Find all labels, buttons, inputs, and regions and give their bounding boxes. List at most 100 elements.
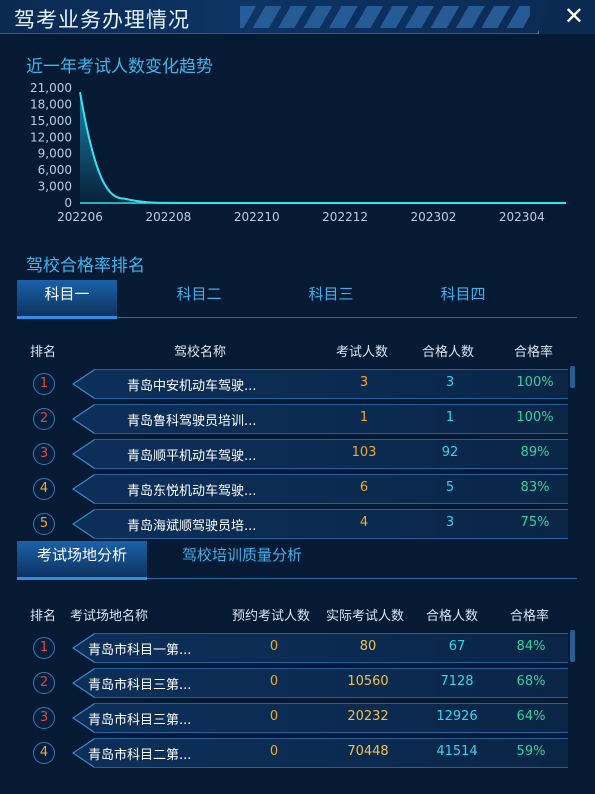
venue-pass-rate: 64% xyxy=(516,709,546,724)
rank-number: 3 xyxy=(39,446,49,461)
tab-subject-2[interactable]: 科目二 xyxy=(149,280,249,318)
pass-count: 92 xyxy=(441,445,459,460)
actual-count: 20232 xyxy=(347,709,389,724)
close-icon[interactable]: ✕ xyxy=(564,2,584,30)
row-arrow-icon xyxy=(72,369,95,399)
col-rank: 排名 xyxy=(30,345,57,360)
col-actual-count: 实际考试人数 xyxy=(326,609,405,624)
table-row[interactable]: 2 青岛市科目三第... 0 10560 7128 68% xyxy=(0,667,595,699)
school-ranking-title: 驾校合格率排名 xyxy=(26,256,145,276)
venue-pass-count: 67 xyxy=(448,639,466,654)
col-pass-count: 合格人数 xyxy=(422,345,475,360)
tab-subject-3[interactable]: 科目三 xyxy=(281,280,381,318)
rank-badge: 5 xyxy=(33,513,55,535)
row-arrow-icon xyxy=(72,404,95,434)
pass-rate: 83% xyxy=(520,480,550,495)
y-tick-label: 21,000 xyxy=(30,81,72,95)
x-tick-label: 202212 xyxy=(322,210,368,224)
rank-badge: 1 xyxy=(33,637,55,659)
school-name: 青岛东悦机动车驾驶... xyxy=(127,484,257,499)
trend-line xyxy=(79,92,566,204)
y-tick-label: 15,000 xyxy=(30,114,72,128)
rank-badge: 4 xyxy=(33,742,55,764)
table-row[interactable]: 3 青岛顺平机动车驾驶... 103 92 89% xyxy=(0,438,595,470)
table-row[interactable]: 1 青岛中安机动车驾驶... 3 3 100% xyxy=(0,368,595,400)
rank-badge: 3 xyxy=(33,707,55,729)
table-row[interactable]: 3 青岛市科目三第... 0 20232 12926 64% xyxy=(0,702,595,734)
school-subject-tabs: 科目一 科目二 科目三 科目四 xyxy=(17,280,577,319)
col-school-name: 驾校名称 xyxy=(174,345,227,360)
tab-school-quality[interactable]: 驾校培训质量分析 xyxy=(167,541,317,579)
rank-number: 2 xyxy=(39,411,49,426)
row-arrow-icon xyxy=(72,439,95,469)
venue-pass-rate: 84% xyxy=(516,639,546,654)
pass-count: 1 xyxy=(445,410,455,425)
col-venue-rank: 排名 xyxy=(30,609,57,624)
rank-number: 2 xyxy=(39,675,49,690)
venue-pass-count: 12926 xyxy=(436,709,478,724)
rank-number: 1 xyxy=(39,376,49,391)
rank-badge: 1 xyxy=(33,373,55,395)
venue-pass-rate: 59% xyxy=(516,744,546,759)
rank-number: 3 xyxy=(39,710,49,725)
table-row[interactable]: 4 青岛东悦机动车驾驶... 6 5 83% xyxy=(0,473,595,505)
school-name: 青岛顺平机动车驾驶... xyxy=(127,449,257,464)
tab-subject-1[interactable]: 科目一 xyxy=(17,280,117,319)
tab-venue-analysis[interactable]: 考试场地分析 xyxy=(17,541,147,580)
col-exam-count: 考试人数 xyxy=(336,345,389,360)
trend-chart: 0 3,000 6,000 9,000 12,000 15,000 18,000 21,000… xyxy=(30,81,566,224)
header-bar: 驾考业务办理情况 ✕ xyxy=(0,0,595,34)
table-row[interactable]: 2 青岛鲁科驾驶员培训... 1 1 100% xyxy=(0,403,595,435)
rank-number: 1 xyxy=(39,640,49,655)
rank-number: 4 xyxy=(39,745,49,760)
booked-count: 0 xyxy=(269,709,279,724)
venue-pass-count: 41514 xyxy=(436,744,478,759)
pass-count: 3 xyxy=(445,515,455,530)
col-booked-count: 预约考试人数 xyxy=(232,609,311,624)
trend-area xyxy=(80,92,566,203)
pass-rate: 75% xyxy=(520,515,550,530)
booked-count: 0 xyxy=(269,744,279,759)
venue-pass-count: 7128 xyxy=(440,674,474,689)
booked-count: 0 xyxy=(269,639,279,654)
x-tick-label: 202210 xyxy=(234,210,280,224)
exam-count: 103 xyxy=(351,445,377,460)
y-tick-label: 3,000 xyxy=(38,180,72,194)
exam-count: 3 xyxy=(359,375,369,390)
actual-count: 10560 xyxy=(347,674,389,689)
table-row[interactable]: 1 青岛市科目一第... 0 80 67 84% xyxy=(0,632,595,664)
col-venue-pass-count: 合格人数 xyxy=(426,609,479,624)
x-tick-label: 202208 xyxy=(145,210,191,224)
venue-pass-rate: 68% xyxy=(516,674,546,689)
rank-badge: 4 xyxy=(33,478,55,500)
rank-number: 4 xyxy=(39,481,49,496)
table-row[interactable]: 5 青岛海斌顺驾驶员培... 4 3 75% xyxy=(0,508,595,540)
pass-count: 3 xyxy=(445,375,455,390)
x-tick-label: 202304 xyxy=(499,210,545,224)
x-tick-label: 202206 xyxy=(57,210,103,224)
venue-name: 青岛市科目二第... xyxy=(88,748,192,763)
header-decoration xyxy=(240,6,530,28)
venue-name: 青岛市科目一第... xyxy=(88,643,192,658)
rank-badge: 2 xyxy=(33,408,55,430)
venue-table-scrollbar[interactable] xyxy=(570,630,575,662)
table-row[interactable]: 4 青岛市科目二第... 0 70448 41514 59% xyxy=(0,737,595,769)
close-button[interactable]: ✕ xyxy=(537,0,595,34)
pass-rate: 100% xyxy=(516,410,554,425)
page-title: 驾考业务办理情况 xyxy=(14,8,190,32)
col-pass-rate: 合格率 xyxy=(514,345,554,360)
booked-count: 0 xyxy=(269,674,279,689)
school-table-scrollbar[interactable] xyxy=(570,366,575,388)
row-arrow-icon xyxy=(72,509,95,539)
y-tick-label: 18,000 xyxy=(30,97,72,111)
venue-name: 青岛市科目三第... xyxy=(88,678,192,693)
y-tick-label: 12,000 xyxy=(30,130,72,144)
row-arrow-icon xyxy=(72,474,95,504)
actual-count: 70448 xyxy=(347,744,389,759)
tab-subject-4[interactable]: 科目四 xyxy=(413,280,513,318)
venue-name: 青岛市科目三第... xyxy=(88,713,192,728)
analysis-tabs: 考试场地分析 驾校培训质量分析 xyxy=(17,541,577,580)
x-tick-label: 202302 xyxy=(411,210,457,224)
exam-count: 6 xyxy=(359,480,369,495)
pass-count: 5 xyxy=(445,480,455,495)
